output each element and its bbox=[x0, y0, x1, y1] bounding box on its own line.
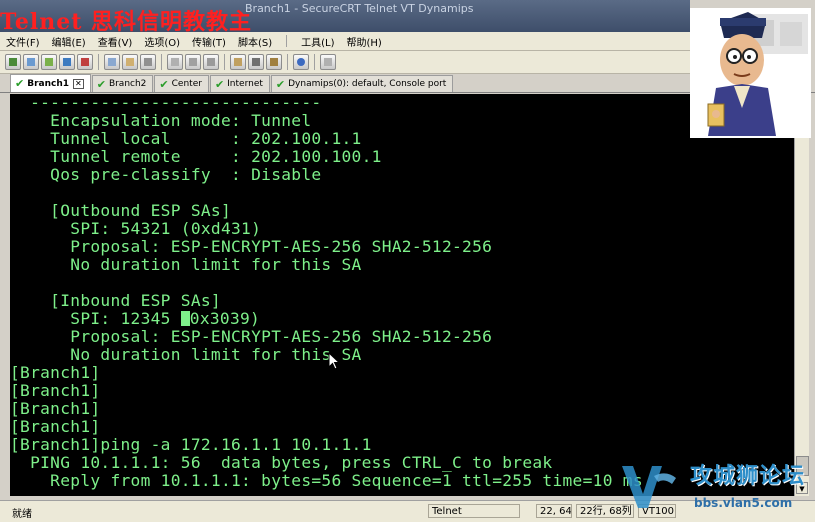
connected-check-icon: ✔ bbox=[15, 77, 25, 90]
copy-icon[interactable] bbox=[104, 54, 120, 70]
vertical-scrollbar[interactable]: ▲ ▼ bbox=[794, 94, 809, 496]
toolbar-separator bbox=[161, 54, 162, 70]
status-cursor-position: 22, 64 bbox=[536, 504, 572, 518]
toolbar-separator bbox=[314, 54, 315, 70]
tab-center[interactable]: ✔ Center bbox=[154, 75, 209, 92]
terminal-line: PING 10.1.1.1: 56 data bytes, press CTRL… bbox=[10, 453, 553, 472]
terminal-line-tail: 0x3039) bbox=[189, 309, 261, 328]
presenter-avatar bbox=[690, 8, 811, 138]
global-options-icon[interactable] bbox=[248, 54, 264, 70]
terminal-line: Encapsulation mode: Tunnel bbox=[10, 111, 312, 130]
terminal-line: No duration limit for this SA bbox=[10, 345, 362, 364]
connected-check-icon: ✔ bbox=[159, 77, 169, 91]
connected-check-icon: ✔ bbox=[96, 77, 106, 91]
paste-icon[interactable] bbox=[122, 54, 138, 70]
watermark-text: 攻城狮论坛 bbox=[690, 464, 806, 489]
terminal-line: Tunnel local : 202.100.1.1 bbox=[10, 129, 362, 148]
tab-internet[interactable]: ✔ Internet bbox=[209, 75, 270, 92]
terminal-line: [Branch1] bbox=[10, 381, 101, 400]
key-icon[interactable] bbox=[266, 54, 282, 70]
terminal-line: Tunnel remote : 202.100.100.1 bbox=[10, 147, 382, 166]
terminal-line: [Branch1] bbox=[10, 399, 101, 418]
menu-file[interactable]: 文件(F) bbox=[0, 34, 46, 49]
forum-logo-icon bbox=[622, 466, 676, 508]
terminal-line: Reply from 10.1.1.1: bytes=56 Sequence=1… bbox=[10, 471, 643, 490]
menu-help[interactable]: 帮助(H) bbox=[340, 34, 387, 49]
print-setup-icon[interactable] bbox=[167, 54, 183, 70]
tab-label: Dynamips(0): default, Console port bbox=[288, 79, 447, 89]
tab-label: Branch1 bbox=[27, 78, 70, 89]
mouse-pointer-icon bbox=[328, 352, 340, 370]
tab-label: Center bbox=[171, 79, 202, 89]
watermark-url: bbs.vlan5.com bbox=[694, 496, 793, 510]
title-bar: Telnet 思科信明教教主 Branch1 - SecureCRT Telne… bbox=[0, 0, 690, 35]
status-ready: 就绪 bbox=[12, 509, 32, 520]
menu-tools[interactable]: 工具(L) bbox=[295, 34, 340, 49]
quick-connect-icon[interactable] bbox=[23, 54, 39, 70]
session-options-icon[interactable] bbox=[230, 54, 246, 70]
tab-branch1[interactable]: ✔ Branch1 ✕ bbox=[10, 74, 91, 92]
terminal-line: No duration limit for this SA bbox=[10, 255, 362, 274]
terminal-line: Proposal: ESP-ENCRYPT-AES-256 SHA2-512-2… bbox=[10, 237, 493, 256]
connected-check-icon: ✔ bbox=[275, 77, 286, 91]
menu-edit[interactable]: 编辑(E) bbox=[46, 34, 92, 49]
terminal-line: Qos pre-classify : Disable bbox=[10, 165, 322, 184]
close-tab-icon[interactable]: ✕ bbox=[73, 78, 84, 89]
terminal-line: SPI: 54321 (0xd431) bbox=[10, 219, 262, 238]
tab-label: Branch2 bbox=[108, 79, 147, 89]
menu-view[interactable]: 查看(V) bbox=[92, 34, 139, 49]
forum-watermark: 攻城狮论坛 bbs.vlan5.com bbox=[618, 456, 814, 516]
print-icon[interactable] bbox=[185, 54, 201, 70]
connected-check-icon: ✔ bbox=[214, 77, 225, 91]
menu-separator bbox=[286, 35, 288, 47]
connect-icon[interactable] bbox=[5, 54, 21, 70]
menu-bar: 文件(F) 编辑(E) 查看(V) 选项(O) 传输(T) 脚本(S) 工具(L… bbox=[0, 32, 690, 51]
tab-branch2[interactable]: ✔ Branch2 bbox=[91, 75, 154, 92]
menu-options[interactable]: 选项(O) bbox=[138, 34, 186, 49]
toolbar-separator bbox=[224, 54, 225, 70]
connect-tab-icon[interactable] bbox=[41, 54, 57, 70]
window-title-rest: Branch1 - SecureCRT Telnet VT Dynamips bbox=[245, 2, 474, 15]
menu-transfer[interactable]: 传输(T) bbox=[186, 34, 232, 49]
cartoon-presenter-image bbox=[707, 12, 808, 136]
sftp-icon[interactable] bbox=[320, 54, 336, 70]
toolbar-separator bbox=[287, 54, 288, 70]
tab-dynamips-console[interactable]: ✔ Dynamips(0): default, Console port bbox=[270, 75, 454, 92]
terminal-line: [Outbound ESP SAs] bbox=[10, 201, 232, 220]
terminal-line: [Branch1]ping -a 172.16.1.1 10.1.1.1 bbox=[10, 435, 372, 454]
reconnect-icon[interactable] bbox=[59, 54, 75, 70]
menu-script[interactable]: 脚本(S) bbox=[232, 34, 278, 49]
terminal-line: Proposal: ESP-ENCRYPT-AES-256 SHA2-512-2… bbox=[10, 327, 493, 346]
find-icon[interactable] bbox=[140, 54, 156, 70]
terminal-line: [Branch1] bbox=[10, 363, 101, 382]
toolbar-separator bbox=[98, 54, 99, 70]
terminal-line: ----------------------------- bbox=[10, 94, 322, 112]
terminal-line-text: SPI: 12345 bbox=[10, 309, 181, 328]
tab-label: Internet bbox=[227, 79, 263, 89]
toolbar bbox=[0, 51, 690, 74]
terminal-line: [Inbound ESP SAs] bbox=[10, 291, 221, 310]
terminal-line-with-cursor: SPI: 12345 0x3039) bbox=[10, 310, 260, 328]
help-icon[interactable] bbox=[293, 54, 309, 70]
text-cursor bbox=[180, 311, 190, 326]
terminal-line: [Branch1] bbox=[10, 417, 101, 436]
status-protocol: Telnet bbox=[428, 504, 520, 518]
print-selection-icon[interactable] bbox=[203, 54, 219, 70]
terminal-output[interactable]: ----------------------------- Encapsulat… bbox=[10, 94, 794, 496]
disconnect-icon[interactable] bbox=[77, 54, 93, 70]
